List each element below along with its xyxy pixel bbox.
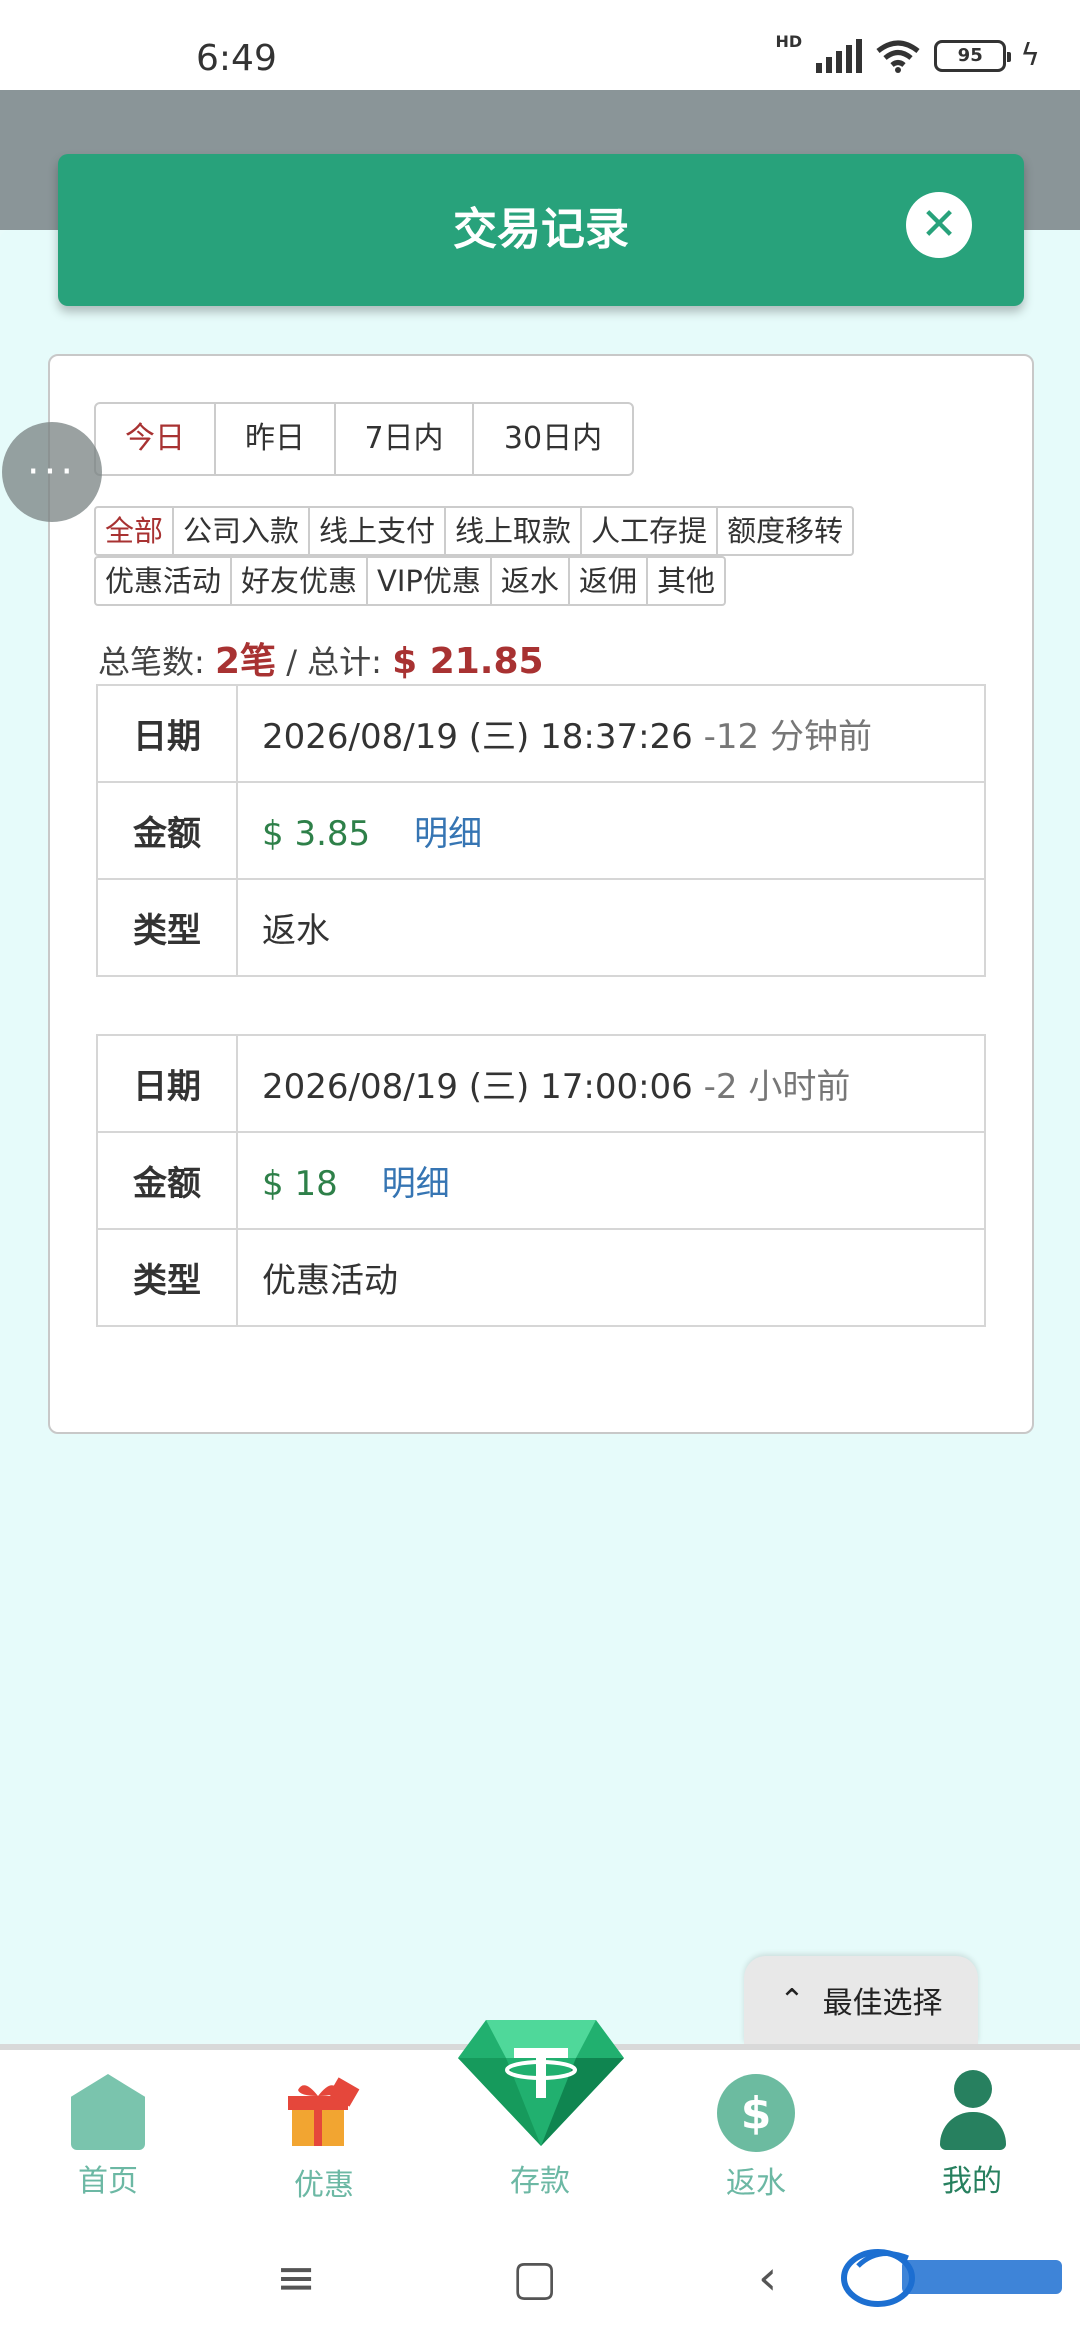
date-value: 2026/08/19 (三) 17:00:06 -2 小时前 — [236, 1034, 986, 1133]
category-company-deposit[interactable]: 公司入款 — [174, 508, 311, 554]
category-promotion[interactable]: 优惠活动 — [96, 558, 233, 604]
modal-header: 交易记录 ✕ — [58, 154, 1024, 306]
user-icon — [934, 2070, 1010, 2150]
category-filter-row-2: 优惠活动 好友优惠 VIP优惠 返水 返佣 其他 — [94, 556, 726, 606]
date-value: 2026/08/19 (三) 18:37:26 -12 分钟前 — [236, 684, 986, 783]
category-friend-bonus[interactable]: 好友优惠 — [232, 558, 369, 604]
category-all[interactable]: 全部 — [96, 508, 175, 554]
detail-link[interactable]: 明细 — [382, 1164, 450, 1204]
category-filter-row-1: 全部 公司入款 线上支付 线上取款 人工存提 额度移转 — [94, 506, 855, 556]
amount-key: 金额 — [96, 1131, 238, 1230]
home-square-icon[interactable]: ▢ — [512, 2250, 557, 2306]
date-text: 2026/08/19 (三) 18:37:26 — [262, 717, 693, 757]
type-key: 类型 — [96, 1228, 238, 1327]
hd-indicator: HD — [775, 32, 803, 51]
record-amount-row: 金额 $ 3.85 明细 — [96, 781, 986, 880]
amount-key: 金额 — [96, 781, 238, 880]
category-online-withdraw[interactable]: 线上取款 — [446, 508, 583, 554]
dollar-badge-icon: $ — [717, 2074, 795, 2152]
signal-icon — [816, 38, 863, 73]
total-label: 总计: — [307, 643, 382, 681]
record-type-row: 类型 返水 — [96, 878, 986, 977]
category-rebate[interactable]: 返水 — [492, 558, 570, 604]
more-dots-icon: ··· — [26, 449, 78, 495]
date-filter-tabs: 今日 昨日 7日内 30日内 — [94, 402, 634, 476]
nav-label: 优惠 — [294, 2168, 354, 2203]
time-ago: -2 小时前 — [703, 1067, 851, 1107]
best-choice-label: 最佳选择 — [822, 1986, 943, 2021]
chevron-up-icon: ⌃ — [779, 1982, 805, 2018]
date-key: 日期 — [96, 1034, 238, 1133]
detail-link[interactable]: 明细 — [414, 814, 482, 854]
amount-text: $ 3.85 — [262, 814, 371, 854]
tab-today[interactable]: 今日 — [96, 404, 216, 474]
date-key: 日期 — [96, 684, 238, 783]
status-time: 6:49 — [196, 38, 277, 79]
wifi-icon — [876, 40, 920, 73]
modal-title: 交易记录 — [453, 204, 629, 255]
floating-menu-button[interactable]: ··· — [2, 422, 102, 522]
status-icons: HD 95 ϟ — [776, 32, 1040, 73]
diamond-icon — [458, 2020, 624, 2146]
back-icon[interactable]: ‹ — [758, 2250, 777, 2306]
amount-value: $ 3.85 明细 — [236, 781, 986, 880]
type-key: 类型 — [96, 878, 238, 977]
tab-yesterday[interactable]: 昨日 — [216, 404, 336, 474]
nav-promotions[interactable]: 优惠 — [254, 2050, 394, 2204]
amount-text: $ 18 — [262, 1164, 338, 1204]
close-icon: ✕ — [920, 199, 958, 250]
category-vip-bonus[interactable]: VIP优惠 — [368, 558, 492, 604]
summary-line: 总笔数: 2笔 / 总计: $ 21.85 — [98, 632, 544, 684]
record-date-row: 日期 2026/08/19 (三) 18:37:26 -12 分钟前 — [96, 684, 986, 783]
nav-label: 我的 — [942, 2164, 1002, 2199]
battery-icon: 95 — [934, 39, 1012, 72]
nav-label: 返水 — [726, 2166, 786, 2201]
record-table: 日期 2026/08/19 (三) 18:37:26 -12 分钟前 金额 $ … — [96, 684, 986, 977]
category-manual-deposit[interactable]: 人工存提 — [582, 508, 719, 554]
tab-7-days[interactable]: 7日内 — [336, 404, 474, 474]
record-amount-row: 金额 $ 18 明细 — [96, 1131, 986, 1230]
best-choice-button[interactable]: ⌃ 最佳选择 — [744, 1956, 978, 2044]
charging-icon: ϟ — [1020, 38, 1040, 73]
time-ago: -12 分钟前 — [703, 717, 872, 757]
nav-home[interactable]: 首页 — [38, 2050, 178, 2200]
dollar-symbol: $ — [740, 2087, 772, 2139]
battery-level: 95 — [957, 45, 983, 66]
type-value: 返水 — [236, 878, 986, 977]
record-table: 日期 2026/08/19 (三) 17:00:06 -2 小时前 金额 $ 1… — [96, 1034, 986, 1327]
menu-icon[interactable]: ≡ — [276, 2250, 316, 2306]
close-button[interactable]: ✕ — [906, 192, 972, 258]
watermark-logo — [841, 2249, 1062, 2307]
status-bar: 6:49 HD 95 ϟ — [0, 0, 1080, 90]
tab-30-days[interactable]: 30日内 — [474, 404, 632, 474]
date-text: 2026/08/19 (三) 17:00:06 — [262, 1067, 693, 1107]
record-date-row: 日期 2026/08/19 (三) 17:00:06 -2 小时前 — [96, 1034, 986, 1133]
total-value: $ 21.85 — [392, 641, 544, 682]
nav-label: 首页 — [78, 2164, 138, 2199]
category-online-payment[interactable]: 线上支付 — [310, 508, 447, 554]
count-value: 2笔 — [214, 641, 277, 682]
nav-me[interactable]: 我的 — [902, 2050, 1042, 2200]
count-label: 总笔数: — [98, 643, 205, 681]
category-other[interactable]: 其他 — [648, 558, 724, 604]
nav-label: 存款 — [510, 2164, 570, 2199]
nav-rebate[interactable]: $ 返水 — [686, 2050, 826, 2202]
category-transfer[interactable]: 额度移转 — [718, 508, 852, 554]
amount-value: $ 18 明细 — [236, 1131, 986, 1230]
home-icon — [71, 2074, 145, 2150]
summary-separator: / — [286, 643, 297, 681]
type-value: 优惠活动 — [236, 1228, 986, 1327]
category-commission[interactable]: 返佣 — [570, 558, 648, 604]
gift-icon — [288, 2077, 360, 2146]
record-type-row: 类型 优惠活动 — [96, 1228, 986, 1327]
